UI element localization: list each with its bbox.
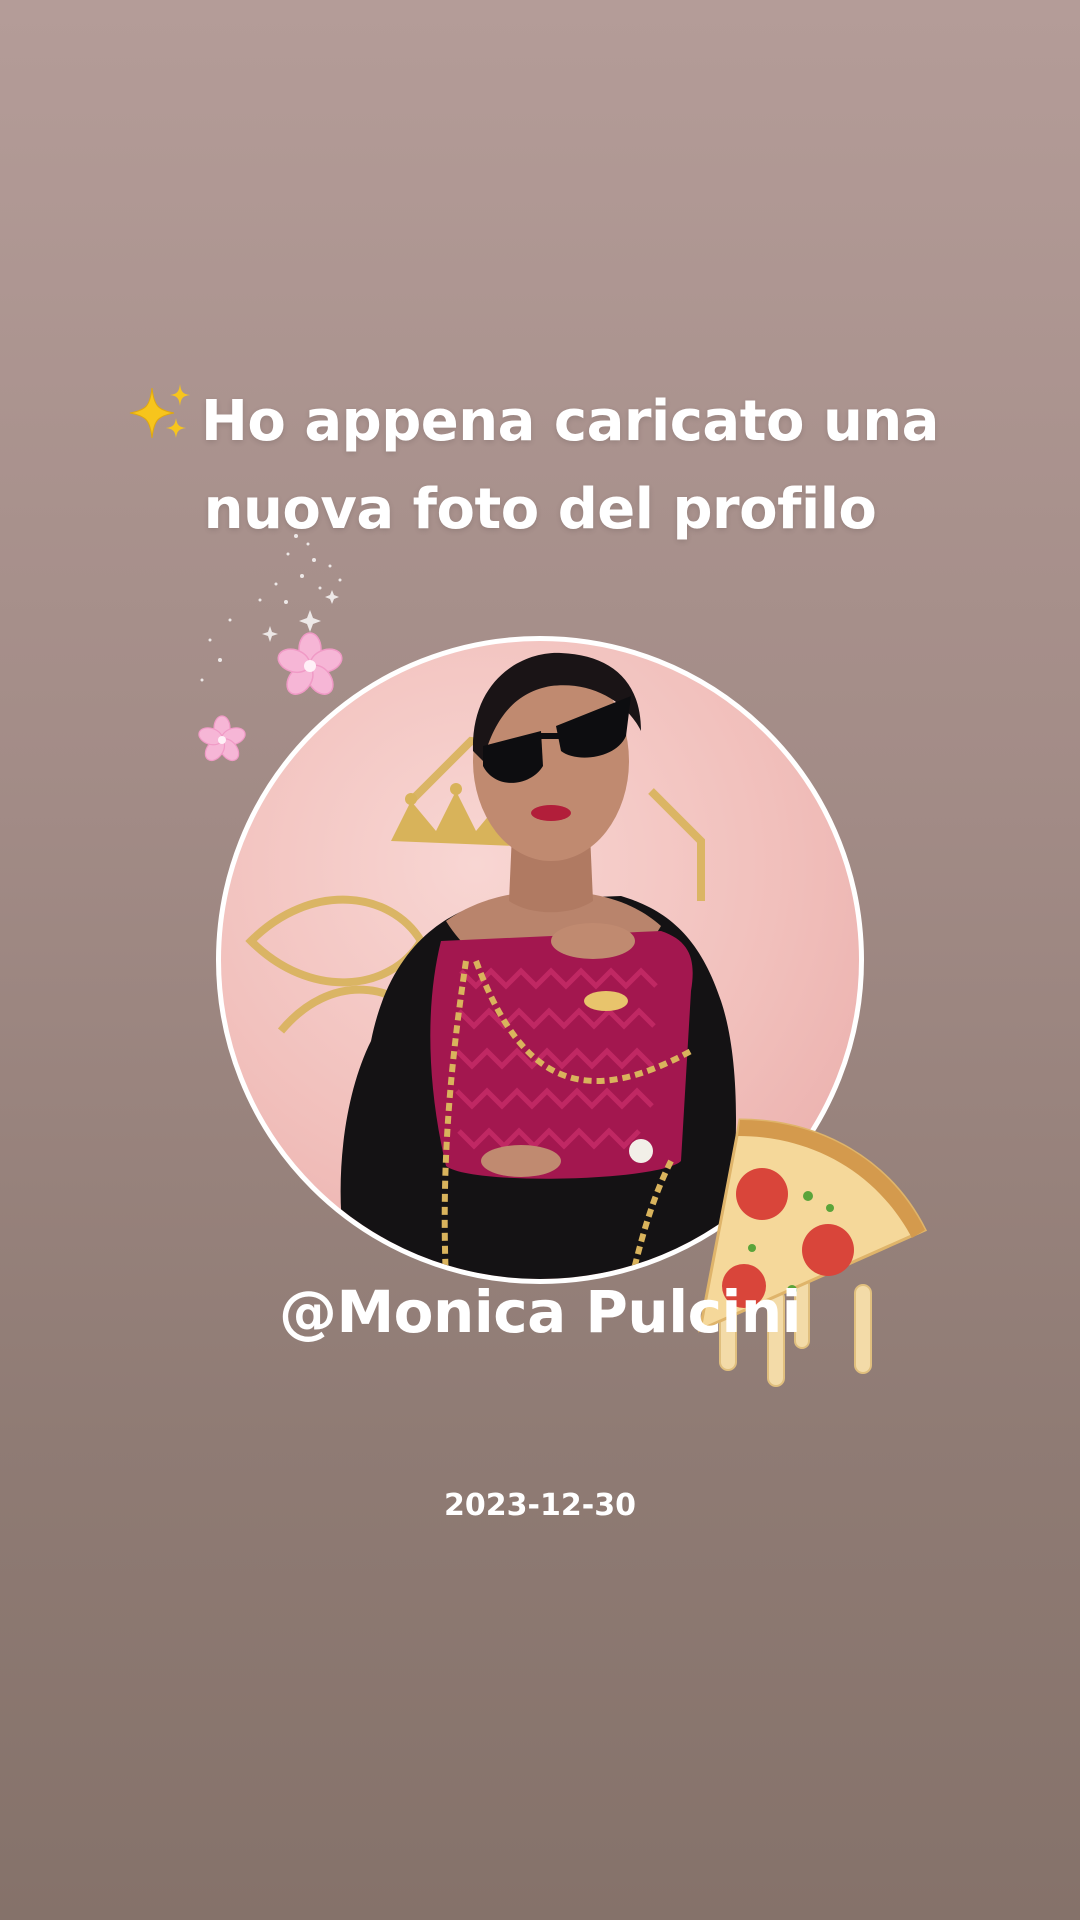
cherry-blossom-large-icon — [277, 632, 343, 695]
date-label: 2023-12-30 — [444, 1488, 636, 1523]
story-headline: Ho appena caricato una nuova foto del pr… — [0, 378, 1080, 554]
headline-line-2: nuova foto del profilo — [203, 477, 877, 542]
cherry-blossom-small-icon — [198, 715, 246, 762]
username-label[interactable]: @Monica Pulcini — [0, 1278, 1080, 1346]
pizza-slice-icon — [697, 1118, 928, 1387]
headline-line-1: Ho appena caricato una — [201, 389, 939, 454]
